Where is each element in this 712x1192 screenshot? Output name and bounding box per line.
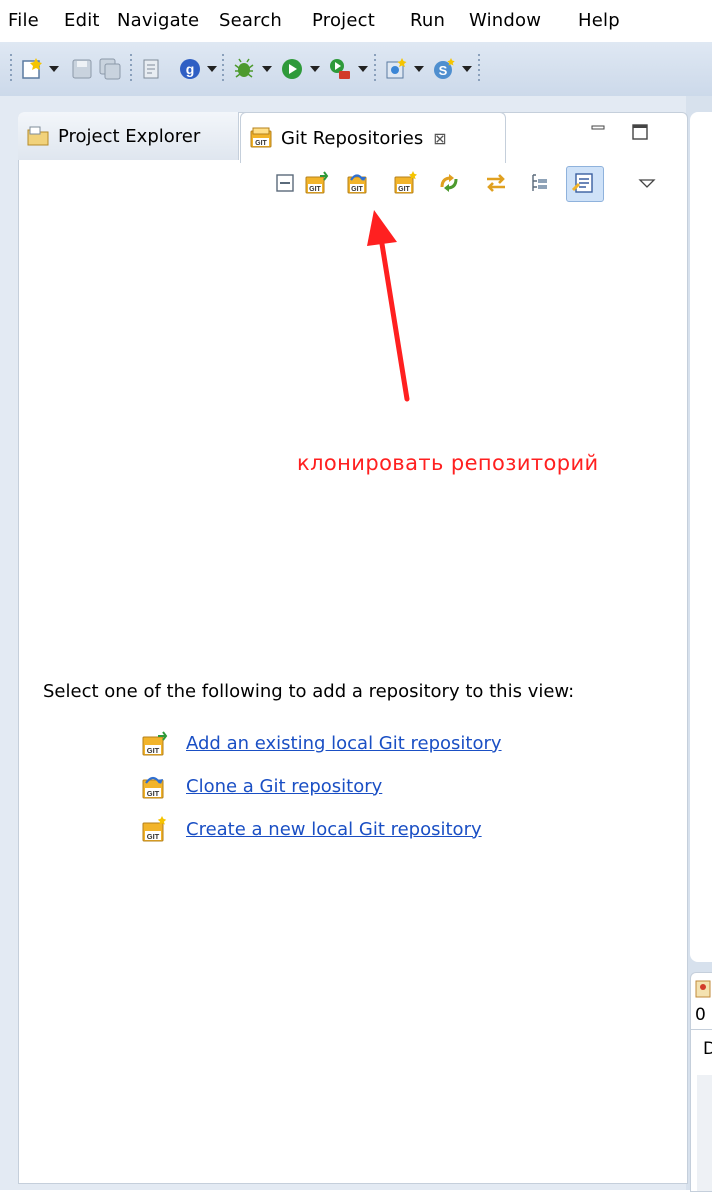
svg-text:GIT: GIT: [147, 746, 160, 755]
bottom-panel[interactable]: 0 D: [690, 972, 712, 1192]
chevron-down-icon[interactable]: [414, 66, 424, 72]
annotation-arrow: [367, 210, 410, 402]
add-existing-repository-icon: GIT: [142, 731, 168, 756]
svg-text:GIT: GIT: [147, 832, 160, 841]
close-icon[interactable]: ⊠: [433, 129, 446, 148]
menu-project[interactable]: Project: [312, 10, 375, 31]
chevron-down-icon[interactable]: [262, 66, 272, 72]
tab-label: Git Repositories: [281, 127, 424, 149]
clone-repository-icon: GIT: [142, 776, 164, 799]
view-tab-strip: Project Explorer GIT Git Repositories ⊠: [18, 112, 686, 163]
new-file-icon[interactable]: [20, 57, 44, 81]
branch-hierarchy-icon[interactable]: [571, 170, 597, 196]
menu-help[interactable]: Help: [578, 10, 620, 31]
toolbar-separator: [374, 54, 376, 84]
git-repositories-icon: GIT: [250, 127, 272, 148]
new-project-icon[interactable]: [384, 57, 408, 81]
create-repository-icon[interactable]: GIT: [392, 170, 418, 196]
menu-file[interactable]: File: [8, 10, 39, 31]
refresh-icon[interactable]: [436, 170, 462, 196]
svg-text:GIT: GIT: [147, 789, 160, 798]
toolbar-separator: [130, 54, 132, 84]
editor-area[interactable]: [690, 112, 712, 962]
toolbar-separator: [478, 54, 480, 84]
toolbar-separator: [10, 54, 12, 84]
chevron-down-icon[interactable]: [310, 66, 320, 72]
clone-repository-link[interactable]: GIT Clone a Git repository: [140, 772, 382, 800]
tab-label: Project Explorer: [58, 125, 201, 147]
divider: [691, 1029, 712, 1030]
svg-text:GIT: GIT: [398, 186, 410, 193]
hierarchical-layout-icon[interactable]: [527, 170, 553, 196]
link-with-selection-icon[interactable]: [483, 170, 509, 196]
new-class-icon[interactable]: S: [432, 57, 456, 81]
column-header-letter: D: [703, 1039, 712, 1059]
main-toolbar: g S: [0, 42, 712, 97]
menu-window[interactable]: Window: [469, 10, 541, 31]
create-repository-link[interactable]: GIT Create a new local Git repository: [140, 815, 482, 843]
run-icon[interactable]: [280, 57, 304, 81]
menu-run[interactable]: Run: [410, 10, 445, 31]
svg-text:g: g: [186, 61, 195, 77]
add-existing-repository-link[interactable]: GIT Add an existing local Git repository: [140, 729, 502, 757]
svg-text:GIT: GIT: [309, 186, 321, 193]
create-repository-link-text[interactable]: Create a new local Git repository: [186, 819, 482, 840]
problems-icon[interactable]: [695, 979, 711, 999]
menu-search[interactable]: Search: [219, 10, 282, 31]
count-value: 0: [695, 1005, 706, 1025]
maximize-icon[interactable]: [630, 122, 650, 142]
svg-text:GIT: GIT: [351, 186, 363, 193]
create-repository-icon: GIT: [142, 816, 167, 842]
menu-edit[interactable]: Edit: [64, 10, 100, 31]
clone-repository-link-text[interactable]: Clone a Git repository: [186, 776, 382, 797]
empty-view-prompt: Select one of the following to add a rep…: [43, 681, 575, 702]
chevron-down-icon[interactable]: [49, 66, 59, 72]
menu-bar: File Edit Navigate Search Project Run Wi…: [0, 0, 712, 42]
google-plugin-icon[interactable]: g: [178, 57, 202, 81]
tab-git-repositories[interactable]: GIT Git Repositories ⊠: [240, 112, 506, 163]
chevron-down-icon[interactable]: [358, 66, 368, 72]
svg-text:S: S: [439, 63, 448, 78]
minimize-icon[interactable]: [588, 122, 608, 142]
collapse-all-icon[interactable]: [272, 170, 298, 196]
chevron-down-icon[interactable]: [207, 66, 217, 72]
add-existing-repository-link-text[interactable]: Add an existing local Git repository: [186, 733, 502, 754]
project-explorer-icon: [27, 126, 49, 146]
save-all-icon[interactable]: [98, 57, 122, 81]
external-tools-icon[interactable]: [328, 57, 352, 81]
add-existing-repository-icon[interactable]: GIT: [303, 170, 329, 196]
chevron-down-icon[interactable]: [462, 66, 472, 72]
build-icon[interactable]: [140, 57, 164, 81]
toolbar-separator: [222, 54, 224, 84]
clone-repository-icon[interactable]: GIT: [345, 170, 371, 196]
svg-text:GIT: GIT: [255, 140, 267, 147]
view-menu-chevron-icon[interactable]: [634, 172, 660, 198]
annotation-text: клонировать репозиторий: [297, 451, 599, 475]
menu-navigate[interactable]: Navigate: [117, 10, 199, 31]
save-icon[interactable]: [70, 57, 94, 81]
git-repositories-view: [18, 112, 688, 1184]
debug-icon[interactable]: [232, 57, 256, 81]
table-area: [697, 1075, 712, 1191]
tab-project-explorer[interactable]: Project Explorer: [18, 112, 239, 160]
